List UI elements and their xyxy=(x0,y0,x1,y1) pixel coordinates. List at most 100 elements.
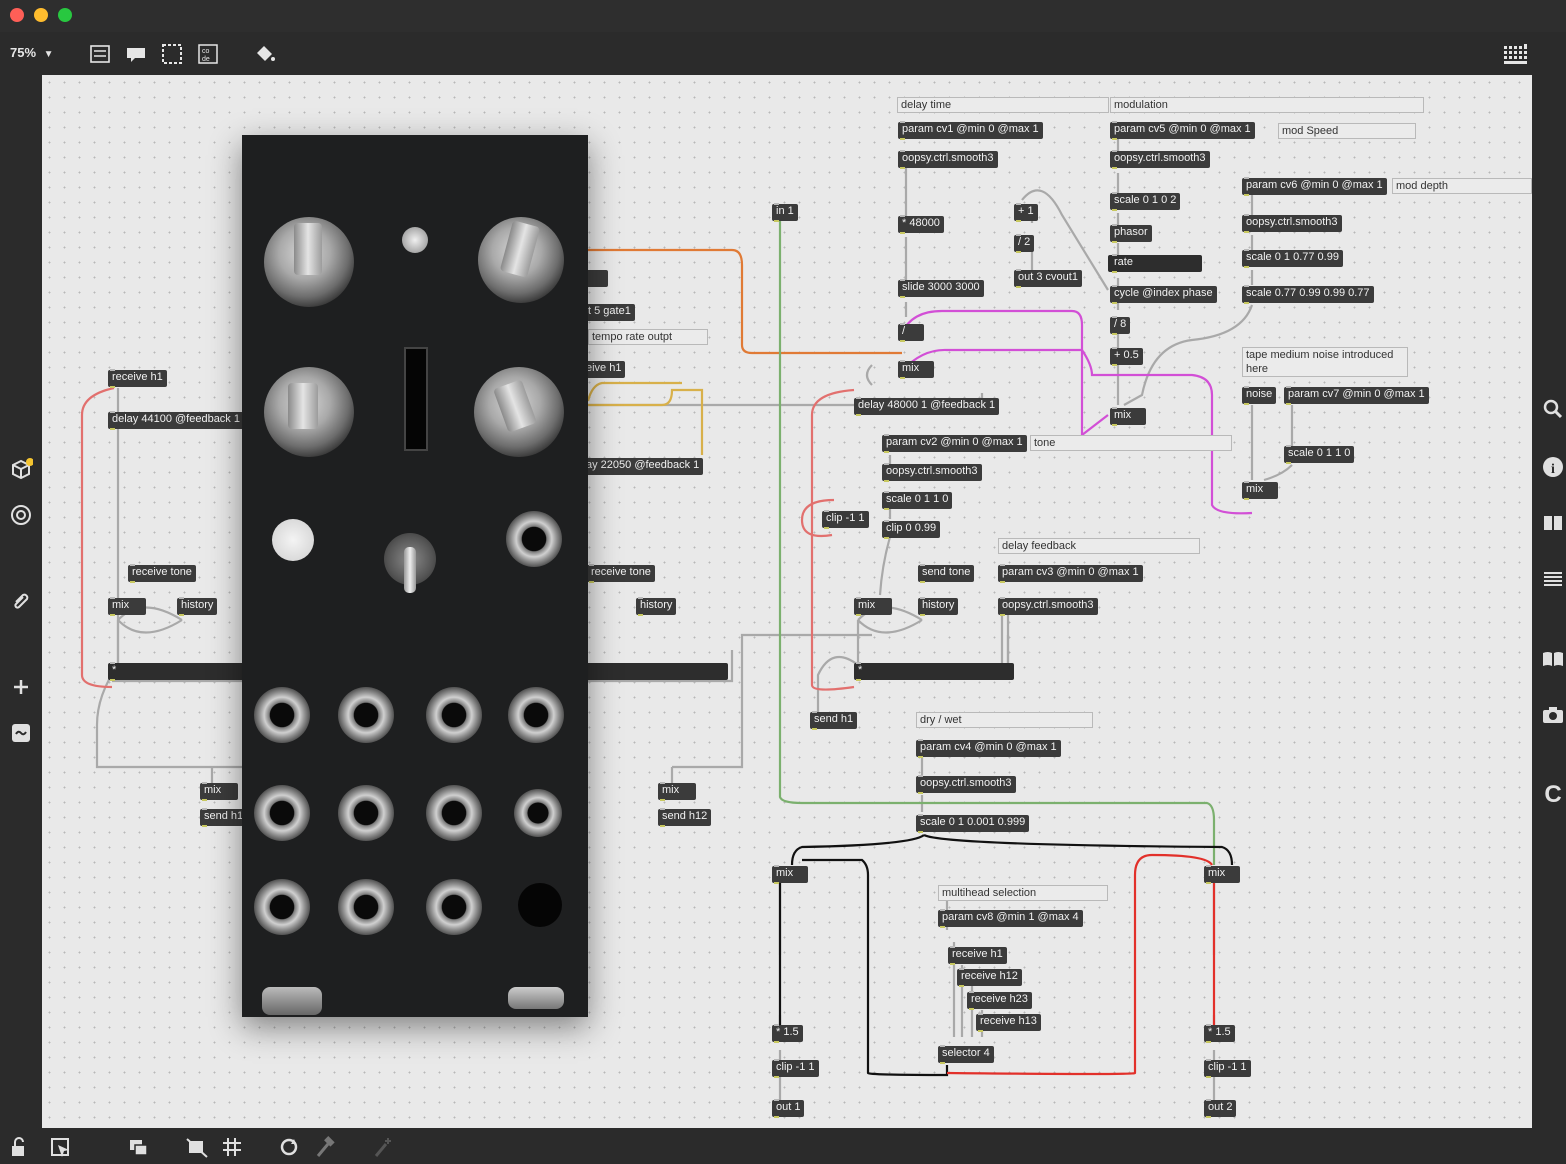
paint-bucket-icon[interactable] xyxy=(254,32,276,74)
comment-mod-depth[interactable]: mod depth xyxy=(1392,178,1532,194)
mix-left[interactable]: mix xyxy=(108,597,146,616)
zoom-window-button[interactable] xyxy=(58,8,72,22)
window-icon[interactable] xyxy=(122,1136,156,1164)
minimize-window-button[interactable] xyxy=(34,8,48,22)
send-h12[interactable]: send h12 xyxy=(658,808,712,827)
phasor[interactable]: phasor xyxy=(1110,224,1152,243)
multiply-bar-center[interactable]: * xyxy=(854,662,1014,681)
param-cv3[interactable]: param cv3 @min 0 @max 1 xyxy=(998,564,1143,583)
pointer-icon[interactable] xyxy=(44,1136,78,1164)
target-icon[interactable] xyxy=(4,503,38,533)
param-cv7[interactable]: param cv7 @min 0 @max 1 xyxy=(1284,386,1429,405)
send-tone[interactable]: send tone xyxy=(918,564,975,583)
comment-icon[interactable] xyxy=(126,32,146,74)
list-icon[interactable] xyxy=(1536,567,1566,597)
receive-h23[interactable]: receive h23 xyxy=(967,991,1032,1010)
receive-h13[interactable]: receive h13 xyxy=(976,1013,1041,1032)
clip-0-099[interactable]: clip 0 0.99 xyxy=(882,520,941,539)
hammer-icon[interactable] xyxy=(308,1136,342,1164)
comment-tone[interactable]: tone xyxy=(1030,435,1232,451)
scale-0102[interactable]: scale 0 1 0 2 xyxy=(1110,192,1181,211)
zoom-select[interactable]: 75% ▼ xyxy=(10,32,54,76)
cycle[interactable]: cycle @index phase xyxy=(1110,285,1217,304)
comment-modulation[interactable]: modulation xyxy=(1110,97,1424,113)
comment-tape-noise[interactable]: tape medium noise introduced here xyxy=(1242,347,1408,377)
debug-icon[interactable] xyxy=(366,1136,400,1164)
param-cv8[interactable]: param cv8 @min 1 @max 4 xyxy=(938,909,1083,928)
info-icon[interactable]: i xyxy=(1536,455,1566,485)
scale-dry-wet[interactable]: scale 0 1 0.001 0.999 xyxy=(916,814,1030,833)
camera-icon[interactable] xyxy=(1536,703,1566,733)
comment-delay-feedback[interactable]: delay feedback xyxy=(998,538,1200,554)
smooth-cv4[interactable]: oopsy.ctrl.smooth3 xyxy=(916,775,1016,794)
param-cv4[interactable]: param cv4 @min 0 @max 1 xyxy=(916,739,1061,758)
send-h1-center[interactable]: send h1 xyxy=(810,711,858,730)
mix-delay[interactable]: mix xyxy=(898,360,934,379)
multiply-left[interactable]: * xyxy=(108,662,120,681)
comment-dry-wet[interactable]: dry / wet xyxy=(916,712,1093,728)
search-icon[interactable] xyxy=(1536,397,1566,427)
history-left[interactable]: history xyxy=(177,597,218,616)
scale-0110-a[interactable]: scale 0 1 1 0 xyxy=(882,491,953,510)
divide-2[interactable]: / 2 xyxy=(1014,234,1035,253)
package-icon[interactable] xyxy=(4,457,38,487)
history-mid[interactable]: history xyxy=(636,597,677,616)
param-cv5[interactable]: param cv5 @min 0 @max 1 xyxy=(1110,121,1255,140)
param-cv1[interactable]: param cv1 @min 0 @max 1 xyxy=(898,121,1043,140)
comment-delay-time[interactable]: delay time xyxy=(897,97,1109,113)
mix-out-2[interactable]: mix xyxy=(1204,865,1240,884)
rate[interactable]: rate xyxy=(1110,254,1137,273)
plus-icon[interactable] xyxy=(4,675,38,705)
clip-out-a[interactable]: clip -1 1 xyxy=(772,1059,819,1078)
selector-4[interactable]: selector 4 xyxy=(938,1045,994,1064)
smooth-cv6[interactable]: oopsy.ctrl.smooth3 xyxy=(1242,214,1342,233)
book-icon[interactable] xyxy=(1536,647,1566,677)
out-1[interactable]: out 1 xyxy=(772,1099,805,1118)
grid-icon[interactable] xyxy=(216,1136,250,1164)
multiply-center[interactable]: * xyxy=(854,662,866,681)
delay-22050[interactable]: ay 22050 @feedback 1 xyxy=(572,457,704,476)
param-cv6[interactable]: param cv6 @min 0 @max 1 xyxy=(1242,177,1387,196)
split-view-icon[interactable] xyxy=(1536,511,1566,541)
paperclip-icon[interactable] xyxy=(4,589,38,619)
receive-h12[interactable]: receive h12 xyxy=(957,968,1022,987)
plus-05[interactable]: + 0.5 xyxy=(1110,347,1143,366)
receive-tone-left[interactable]: receive tone xyxy=(128,564,196,583)
multiply-48000[interactable]: * 48000 xyxy=(898,215,944,234)
scale-077b[interactable]: scale 0.77 0.99 0.99 0.77 xyxy=(1242,285,1374,304)
delay-44100[interactable]: delay 44100 @feedback 1 xyxy=(108,411,244,430)
send-h1-left[interactable]: send h1 xyxy=(200,808,248,827)
history-center[interactable]: history xyxy=(918,597,959,616)
scale-0110-b[interactable]: scale 0 1 1 0 xyxy=(1284,445,1355,464)
mix-mod[interactable]: mix xyxy=(1110,407,1146,426)
receive-tone-mid[interactable]: receive tone xyxy=(587,564,655,583)
multiply-15-b[interactable]: * 1.5 xyxy=(1204,1024,1235,1043)
delay-48000[interactable]: delay 48000 1 @feedback 1 xyxy=(854,397,1000,416)
grid-patcher-icon[interactable] xyxy=(1502,32,1530,74)
code-icon[interactable]: co de xyxy=(198,32,218,74)
mix-mid-bottom[interactable]: mix xyxy=(658,782,696,801)
param-cv2[interactable]: param cv2 @min 0 @max 1 xyxy=(882,434,1027,453)
tilde-icon[interactable] xyxy=(4,721,38,751)
close-window-button[interactable] xyxy=(10,8,24,22)
patcher-canvas[interactable]: delay time modulation mod Speed mod dept… xyxy=(42,75,1532,1128)
noise[interactable]: noise xyxy=(1242,386,1277,405)
presentation-icon[interactable] xyxy=(90,32,110,74)
frame-icon[interactable] xyxy=(162,32,182,74)
smooth-cv3[interactable]: oopsy.ctrl.smooth3 xyxy=(998,597,1098,616)
mix-noise[interactable]: mix xyxy=(1242,481,1278,500)
comment-multihead[interactable]: multihead selection xyxy=(938,885,1108,901)
comment-mod-speed[interactable]: mod Speed xyxy=(1278,123,1416,139)
c-icon[interactable]: C xyxy=(1536,781,1566,809)
divide-8[interactable]: / 8 xyxy=(1110,316,1131,335)
mix-left-bottom[interactable]: mix xyxy=(200,782,238,801)
smooth-cv2[interactable]: oopsy.ctrl.smooth3 xyxy=(882,463,982,482)
scale-077[interactable]: scale 0 1 0.77 0.99 xyxy=(1242,249,1343,268)
mix-out-1[interactable]: mix xyxy=(772,865,808,884)
clip-neg1-1[interactable]: clip -1 1 xyxy=(822,510,869,529)
mix-center[interactable]: mix xyxy=(854,597,892,616)
clip-out-b[interactable]: clip -1 1 xyxy=(1204,1059,1251,1078)
multiply-15-a[interactable]: * 1.5 xyxy=(772,1024,803,1043)
cycle-icon[interactable] xyxy=(272,1136,306,1164)
smooth-cv5[interactable]: oopsy.ctrl.smooth3 xyxy=(1110,150,1210,169)
